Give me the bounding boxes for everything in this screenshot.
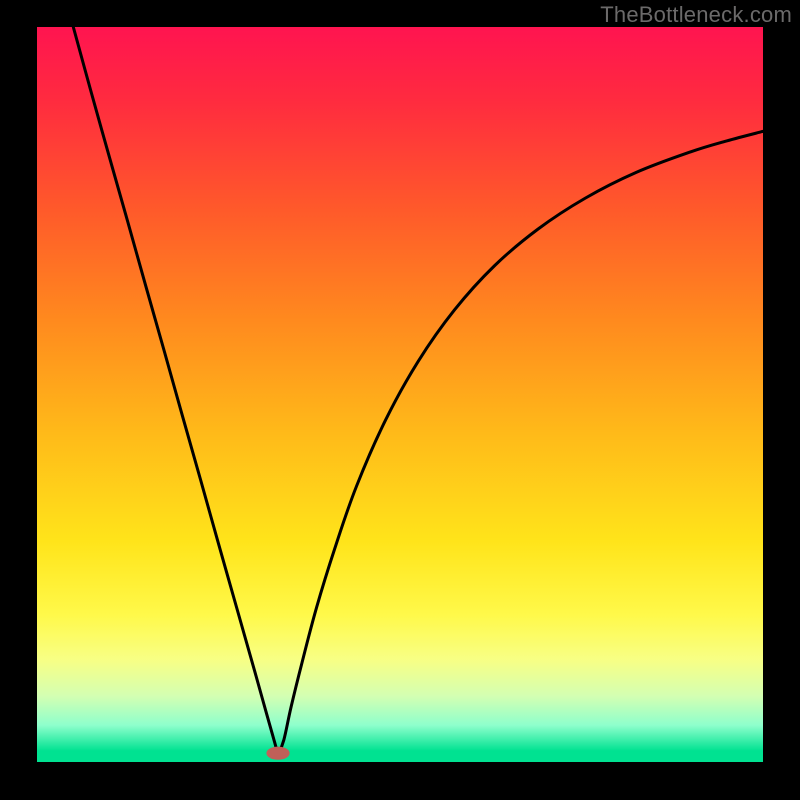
chart-frame: TheBottleneck.com (0, 0, 800, 800)
minimum-marker (266, 747, 289, 760)
bottleneck-curve-chart (0, 0, 800, 800)
watermark-text: TheBottleneck.com (600, 2, 792, 28)
